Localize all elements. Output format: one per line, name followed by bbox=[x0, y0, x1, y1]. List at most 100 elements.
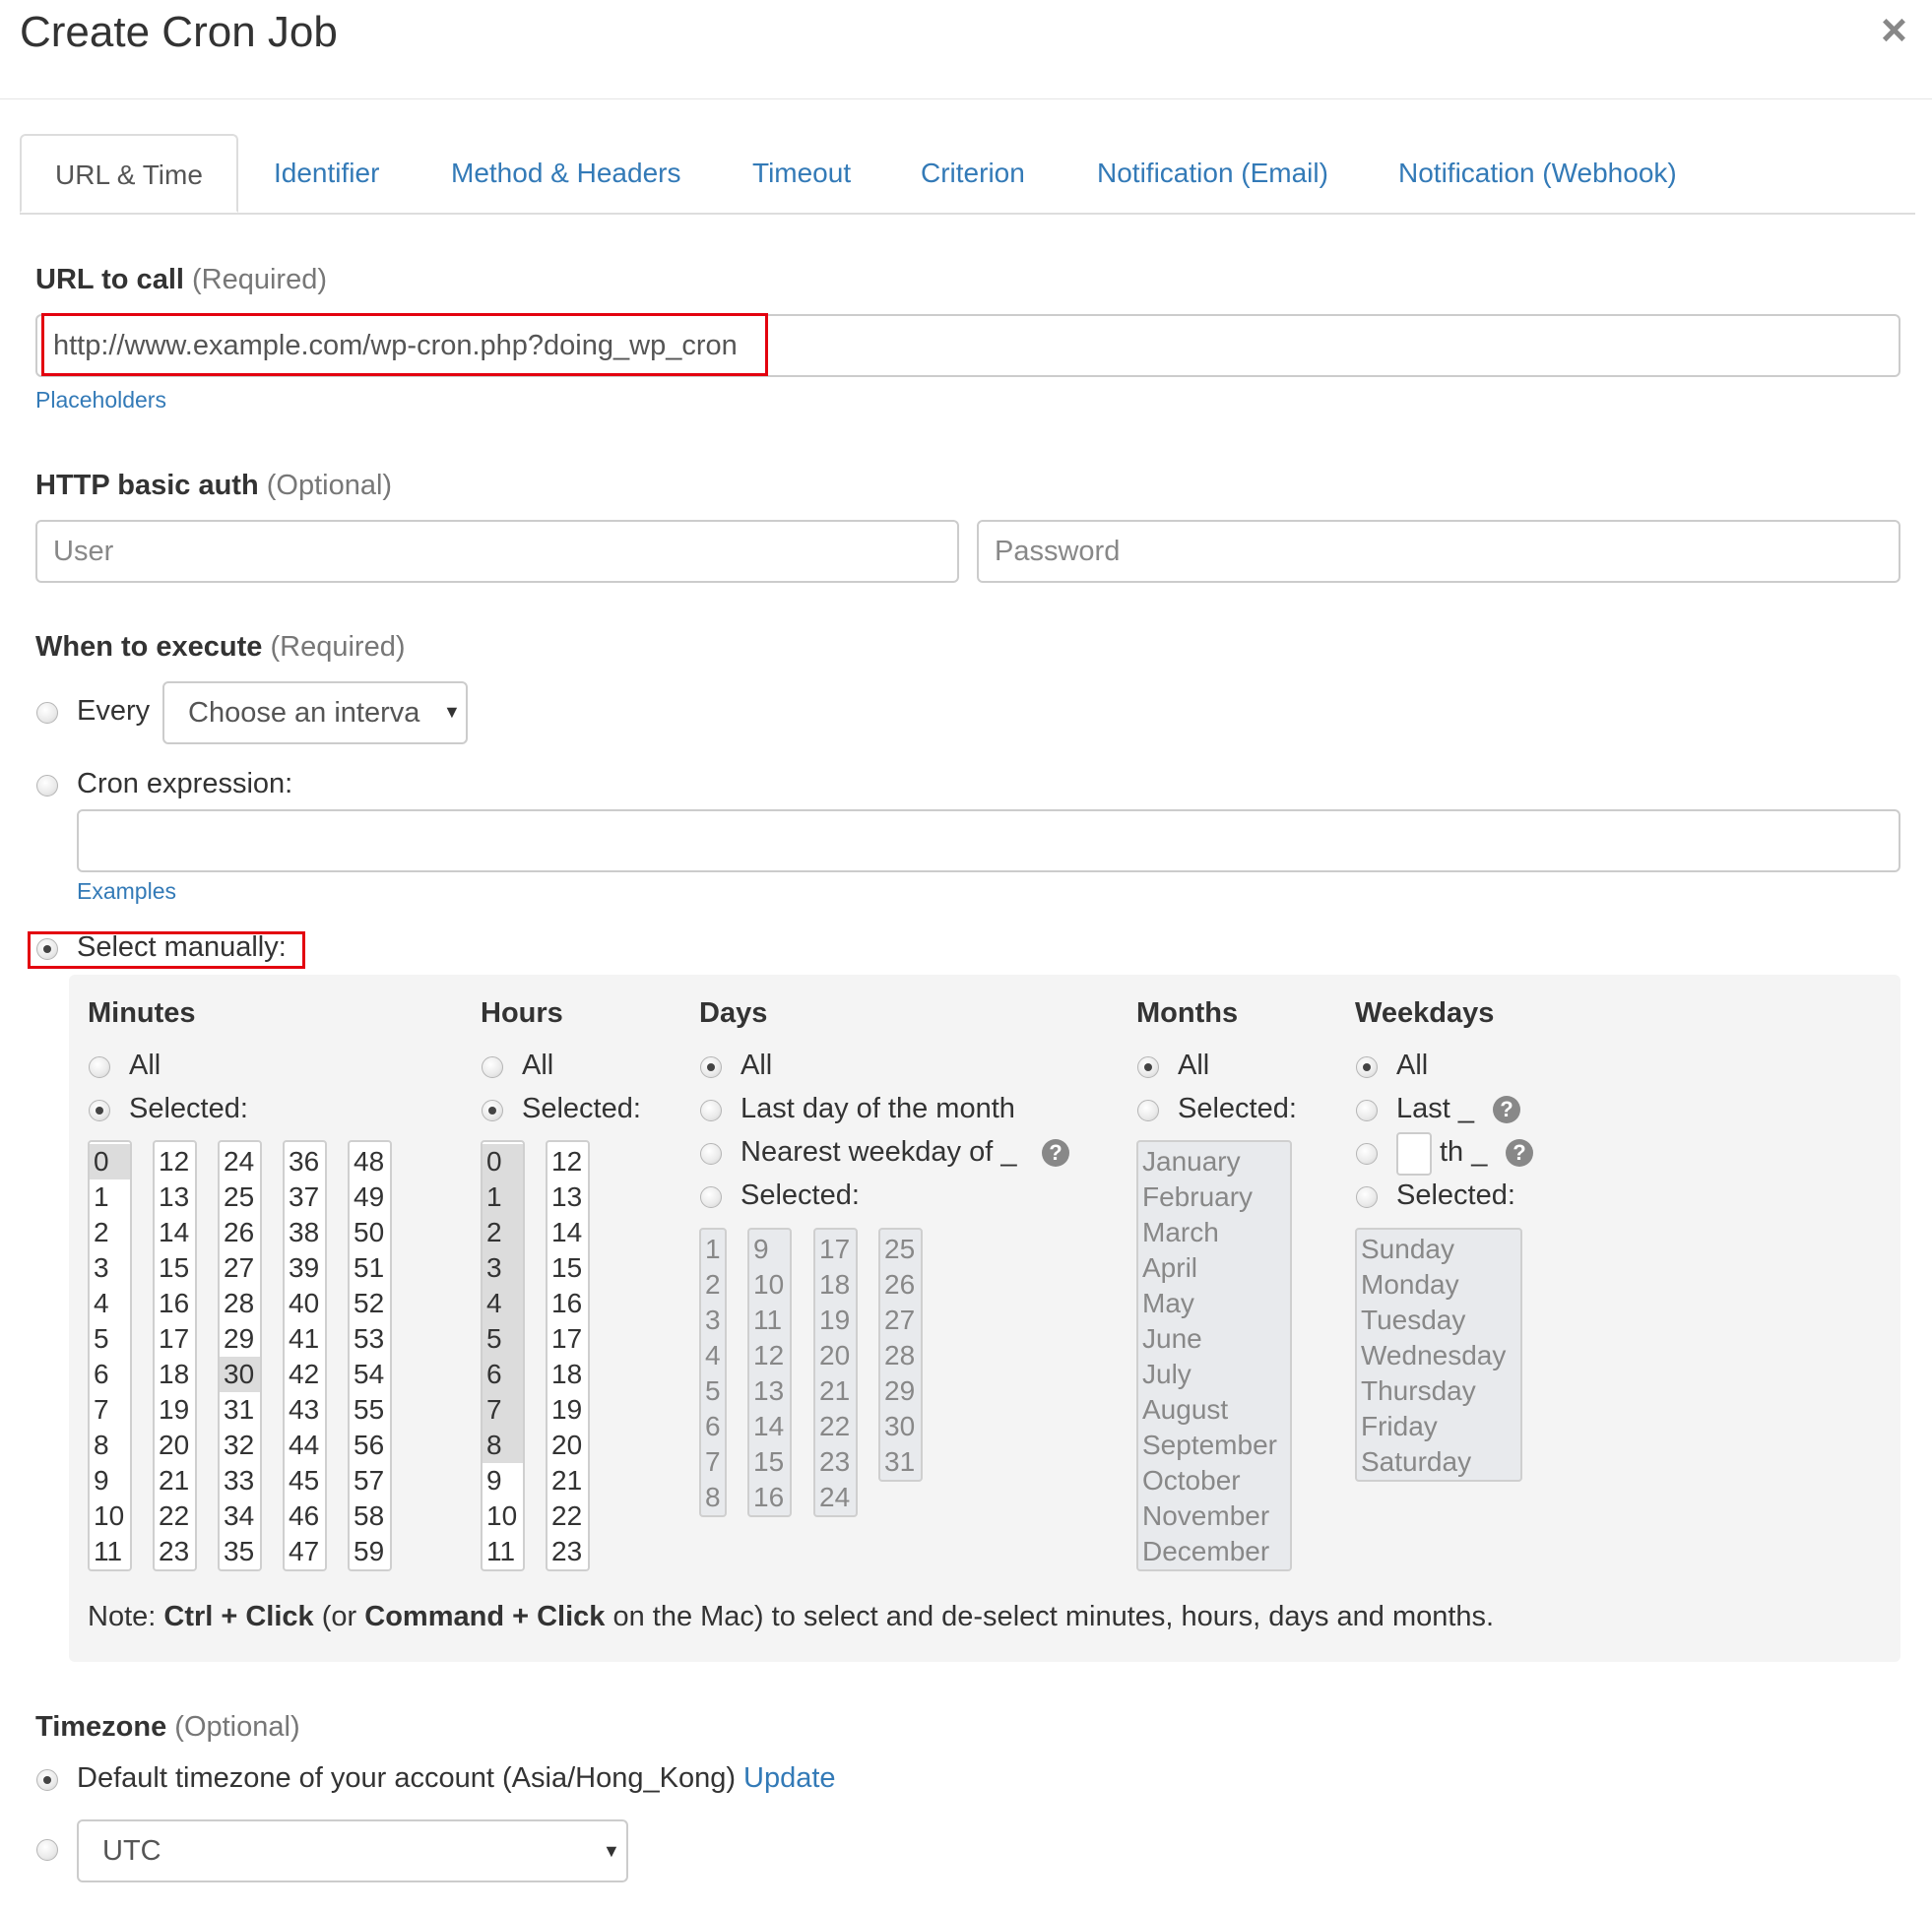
minute-option[interactable]: 28 bbox=[220, 1286, 260, 1321]
minute-option[interactable]: 3 bbox=[90, 1250, 130, 1286]
minute-option[interactable]: 26 bbox=[220, 1215, 260, 1250]
hour-option[interactable]: 5 bbox=[483, 1321, 523, 1357]
minute-option[interactable]: 45 bbox=[285, 1463, 325, 1498]
hour-option[interactable]: 18 bbox=[547, 1357, 588, 1392]
weekdays-nth-input[interactable] bbox=[1396, 1132, 1432, 1176]
minute-option[interactable]: 2 bbox=[90, 1215, 130, 1250]
interval-select[interactable]: Choose an interva bbox=[162, 681, 468, 744]
hour-option[interactable]: 12 bbox=[547, 1144, 588, 1179]
examples-link[interactable]: Examples bbox=[77, 878, 176, 905]
hours-all-radio[interactable] bbox=[482, 1056, 503, 1078]
minute-option[interactable]: 0 bbox=[90, 1144, 130, 1179]
minute-option[interactable]: 18 bbox=[155, 1357, 195, 1392]
minute-option[interactable]: 1 bbox=[90, 1179, 130, 1215]
tab-method-headers[interactable]: Method & Headers bbox=[451, 134, 680, 213]
minute-option[interactable]: 42 bbox=[285, 1357, 325, 1392]
minute-listbox-2[interactable]: 12 13 14 15 16 17 18 19 20 21 22 23 bbox=[153, 1140, 197, 1571]
hour-option[interactable]: 0 bbox=[483, 1144, 523, 1179]
minute-option[interactable]: 33 bbox=[220, 1463, 260, 1498]
minute-option[interactable]: 16 bbox=[155, 1286, 195, 1321]
months-selected-radio[interactable] bbox=[1137, 1100, 1159, 1121]
months-all-radio[interactable] bbox=[1137, 1056, 1159, 1078]
minute-option[interactable]: 30 bbox=[220, 1357, 260, 1392]
timezone-select[interactable]: UTC bbox=[77, 1819, 628, 1882]
hour-option[interactable]: 16 bbox=[547, 1286, 588, 1321]
minute-option[interactable]: 15 bbox=[155, 1250, 195, 1286]
days-all-radio[interactable] bbox=[700, 1056, 722, 1078]
hour-option[interactable]: 10 bbox=[483, 1498, 523, 1534]
hour-option[interactable]: 20 bbox=[547, 1428, 588, 1463]
minute-option[interactable]: 46 bbox=[285, 1498, 325, 1534]
tab-notification-email[interactable]: Notification (Email) bbox=[1097, 134, 1328, 213]
minutes-all-radio[interactable] bbox=[89, 1056, 110, 1078]
minute-option[interactable]: 48 bbox=[350, 1144, 390, 1179]
hour-option[interactable]: 17 bbox=[547, 1321, 588, 1357]
minute-option[interactable]: 47 bbox=[285, 1534, 325, 1569]
hour-option[interactable]: 23 bbox=[547, 1534, 588, 1569]
tab-identifier[interactable]: Identifier bbox=[274, 134, 379, 213]
hour-listbox-1[interactable]: 0 1 2 3 4 5 6 7 8 9 10 11 bbox=[481, 1140, 525, 1571]
weekdays-all-radio[interactable] bbox=[1356, 1056, 1378, 1078]
update-timezone-link[interactable]: Update bbox=[743, 1762, 836, 1794]
tab-timeout[interactable]: Timeout bbox=[752, 134, 851, 213]
hour-option[interactable]: 2 bbox=[483, 1215, 523, 1250]
minute-option[interactable]: 22 bbox=[155, 1498, 195, 1534]
password-field[interactable]: Password bbox=[977, 520, 1900, 583]
minute-option[interactable]: 31 bbox=[220, 1392, 260, 1428]
minute-option[interactable]: 27 bbox=[220, 1250, 260, 1286]
minute-option[interactable]: 39 bbox=[285, 1250, 325, 1286]
minute-option[interactable]: 38 bbox=[285, 1215, 325, 1250]
hour-option[interactable]: 4 bbox=[483, 1286, 523, 1321]
custom-timezone-radio[interactable] bbox=[36, 1839, 58, 1861]
minute-option[interactable]: 53 bbox=[350, 1321, 390, 1357]
minute-option[interactable]: 59 bbox=[350, 1534, 390, 1569]
days-help-circle-icon[interactable]: ? bbox=[1042, 1139, 1069, 1167]
minute-option[interactable]: 5 bbox=[90, 1321, 130, 1357]
hour-option[interactable]: 3 bbox=[483, 1250, 523, 1286]
minute-option[interactable]: 52 bbox=[350, 1286, 390, 1321]
minute-option[interactable]: 6 bbox=[90, 1357, 130, 1392]
close-icon[interactable]: × bbox=[1881, 4, 1907, 55]
minute-option[interactable]: 17 bbox=[155, 1321, 195, 1357]
minute-option[interactable]: 55 bbox=[350, 1392, 390, 1428]
minute-option[interactable]: 58 bbox=[350, 1498, 390, 1534]
minute-option[interactable]: 4 bbox=[90, 1286, 130, 1321]
minute-option[interactable]: 54 bbox=[350, 1357, 390, 1392]
minute-option[interactable]: 9 bbox=[90, 1463, 130, 1498]
days-selected-radio[interactable] bbox=[700, 1186, 722, 1208]
default-timezone-radio[interactable] bbox=[36, 1769, 58, 1791]
minute-option[interactable]: 20 bbox=[155, 1428, 195, 1463]
minute-option[interactable]: 25 bbox=[220, 1179, 260, 1215]
minute-option[interactable]: 40 bbox=[285, 1286, 325, 1321]
minute-listbox-3[interactable]: 24 25 26 27 28 29 30 31 32 33 34 35 bbox=[218, 1140, 262, 1571]
minute-option[interactable]: 10 bbox=[90, 1498, 130, 1534]
minute-listbox-5[interactable]: 48 49 50 51 52 53 54 55 56 57 58 59 bbox=[348, 1140, 392, 1571]
placeholders-link[interactable]: Placeholders bbox=[35, 387, 166, 414]
minute-option[interactable]: 23 bbox=[155, 1534, 195, 1569]
minute-option[interactable]: 32 bbox=[220, 1428, 260, 1463]
minute-option[interactable]: 12 bbox=[155, 1144, 195, 1179]
minute-option[interactable]: 51 bbox=[350, 1250, 390, 1286]
tab-notification-webhook[interactable]: Notification (Webhook) bbox=[1398, 134, 1677, 213]
hour-option[interactable]: 8 bbox=[483, 1428, 523, 1463]
minute-option[interactable]: 24 bbox=[220, 1144, 260, 1179]
cron-expression-radio[interactable] bbox=[36, 775, 58, 797]
minute-option[interactable]: 7 bbox=[90, 1392, 130, 1428]
minute-option[interactable]: 11 bbox=[90, 1534, 130, 1569]
minute-option[interactable]: 50 bbox=[350, 1215, 390, 1250]
tab-criterion[interactable]: Criterion bbox=[921, 134, 1025, 213]
minute-option[interactable]: 35 bbox=[220, 1534, 260, 1569]
minute-listbox-1[interactable]: 0 1 2 3 4 5 6 7 8 9 10 11 bbox=[88, 1140, 132, 1571]
hour-option[interactable]: 1 bbox=[483, 1179, 523, 1215]
weekdays-nth-radio[interactable] bbox=[1356, 1143, 1378, 1165]
minutes-selected-radio[interactable] bbox=[89, 1100, 110, 1121]
user-field[interactable]: User bbox=[35, 520, 959, 583]
minute-option[interactable]: 41 bbox=[285, 1321, 325, 1357]
minute-option[interactable]: 34 bbox=[220, 1498, 260, 1534]
minute-option[interactable]: 49 bbox=[350, 1179, 390, 1215]
minute-option[interactable]: 13 bbox=[155, 1179, 195, 1215]
days-last-day-radio[interactable] bbox=[700, 1100, 722, 1121]
hour-option[interactable]: 19 bbox=[547, 1392, 588, 1428]
hour-option[interactable]: 7 bbox=[483, 1392, 523, 1428]
hour-option[interactable]: 6 bbox=[483, 1357, 523, 1392]
